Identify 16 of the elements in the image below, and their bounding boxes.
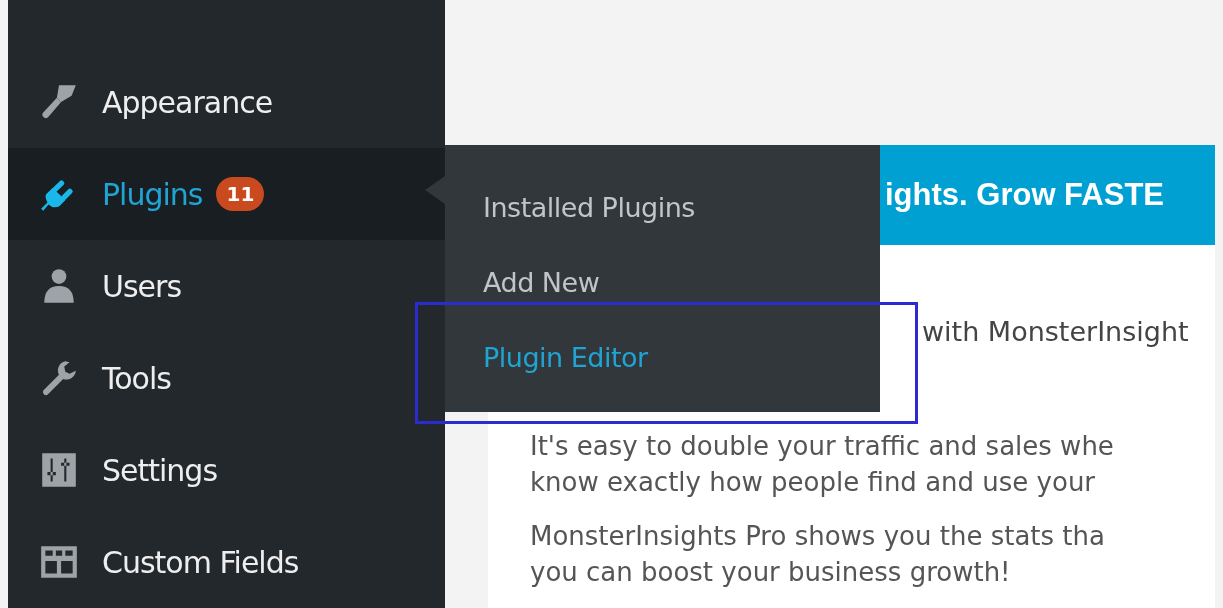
banner-text: ights. Grow FASTE [885,177,1164,213]
paragraph-line: It's easy to double your traffic and sales whe [530,430,1115,463]
submenu-item[interactable]: Installed Plugins [445,170,880,245]
card-heading: with MonsterInsight [922,315,1190,349]
paragraph-line: know exactly how people find and use your [530,466,1097,499]
sidebar-item[interactable]: Users [8,240,445,332]
paragraph-line: MonsterInsights Pro shows you the stats tha [530,520,1106,553]
paragraph-line: you can boost your business growth! [530,556,1012,589]
update-count-badge: 11 [216,177,265,211]
sidebar-item[interactable]: Custom Fields [8,516,445,608]
submenu-item[interactable]: Plugin Editor [445,320,880,395]
sidebar-item[interactable]: Appearance [8,56,445,148]
submenu-item[interactable]: Add New [445,245,880,320]
sidebar-item[interactable]: Plugins 11 [8,148,445,240]
sidebar-item[interactable]: Tools [8,332,445,424]
sidebar-item[interactable]: Settings [8,424,445,516]
